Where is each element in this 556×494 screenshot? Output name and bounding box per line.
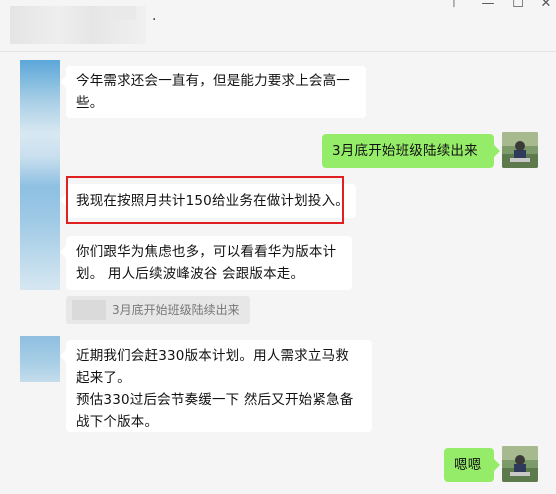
bubble-tail: [494, 459, 500, 471]
my-avatar[interactable]: [502, 446, 538, 482]
message-line: 划。 用人后续波峰波谷 会跟版本走。: [76, 266, 305, 282]
message-bubble-incoming[interactable]: 今年需求还会一直有，但是能力要求上会高一 些。: [66, 66, 366, 118]
my-avatar[interactable]: [502, 132, 538, 168]
message-line: 预估330过后会节奏缓一下 然后又开始紧急备: [76, 392, 354, 408]
sender-avatar-blurred[interactable]: [20, 60, 60, 290]
message-line: 起来了。: [76, 370, 131, 386]
message-line: 嗯嗯: [454, 457, 482, 473]
maximize-button[interactable]: ☐: [504, 0, 532, 12]
contact-name-blurred-part: [112, 6, 136, 20]
title-suffix: ·: [152, 12, 157, 28]
minimize-button[interactable]: —: [474, 0, 502, 12]
quoted-message[interactable]: 3月底开始班级陆续出来: [66, 296, 250, 324]
message-line: 近期我们会赶330版本计划。用人需求立马救: [76, 348, 349, 364]
close-button[interactable]: ✕: [532, 0, 556, 12]
bubble-tail: [494, 145, 500, 157]
message-bubble-incoming[interactable]: 我现在按照月共计150给业务在做计划投入。: [66, 184, 356, 218]
chat-titlebar: · ⊤ — ☐ ✕: [0, 0, 556, 52]
message-line: 今年需求还会一直有，但是能力要求上会高一: [76, 73, 350, 89]
sender-avatar-blurred-2[interactable]: [20, 336, 60, 382]
message-bubble-outgoing[interactable]: 嗯嗯: [444, 448, 494, 482]
message-bubble-incoming[interactable]: 近期我们会赶330版本计划。用人需求立马救 起来了。 预估330过后会节奏缓一下…: [66, 340, 372, 432]
message-bubble-incoming[interactable]: 你们跟华为焦虑也多，可以看看华为版本计 划。 用人后续波峰波谷 会跟版本走。: [66, 236, 352, 290]
message-bubble-outgoing[interactable]: 3月底开始班级陆续出来: [322, 134, 494, 168]
quote-sender-blurred: [72, 300, 106, 320]
message-line: 3月底开始班级陆续出来: [332, 143, 478, 159]
message-line: 你们跟华为焦虑也多，可以看看华为版本计: [76, 244, 337, 260]
message-line: 战下个版本。: [76, 414, 159, 430]
pin-icon[interactable]: ⊤: [440, 0, 468, 12]
message-line: 我现在按照月共计150给业务在做计划投入。: [76, 193, 349, 209]
quote-text: 3月底开始班级陆续出来: [112, 303, 240, 317]
message-line: 些。: [76, 95, 104, 111]
